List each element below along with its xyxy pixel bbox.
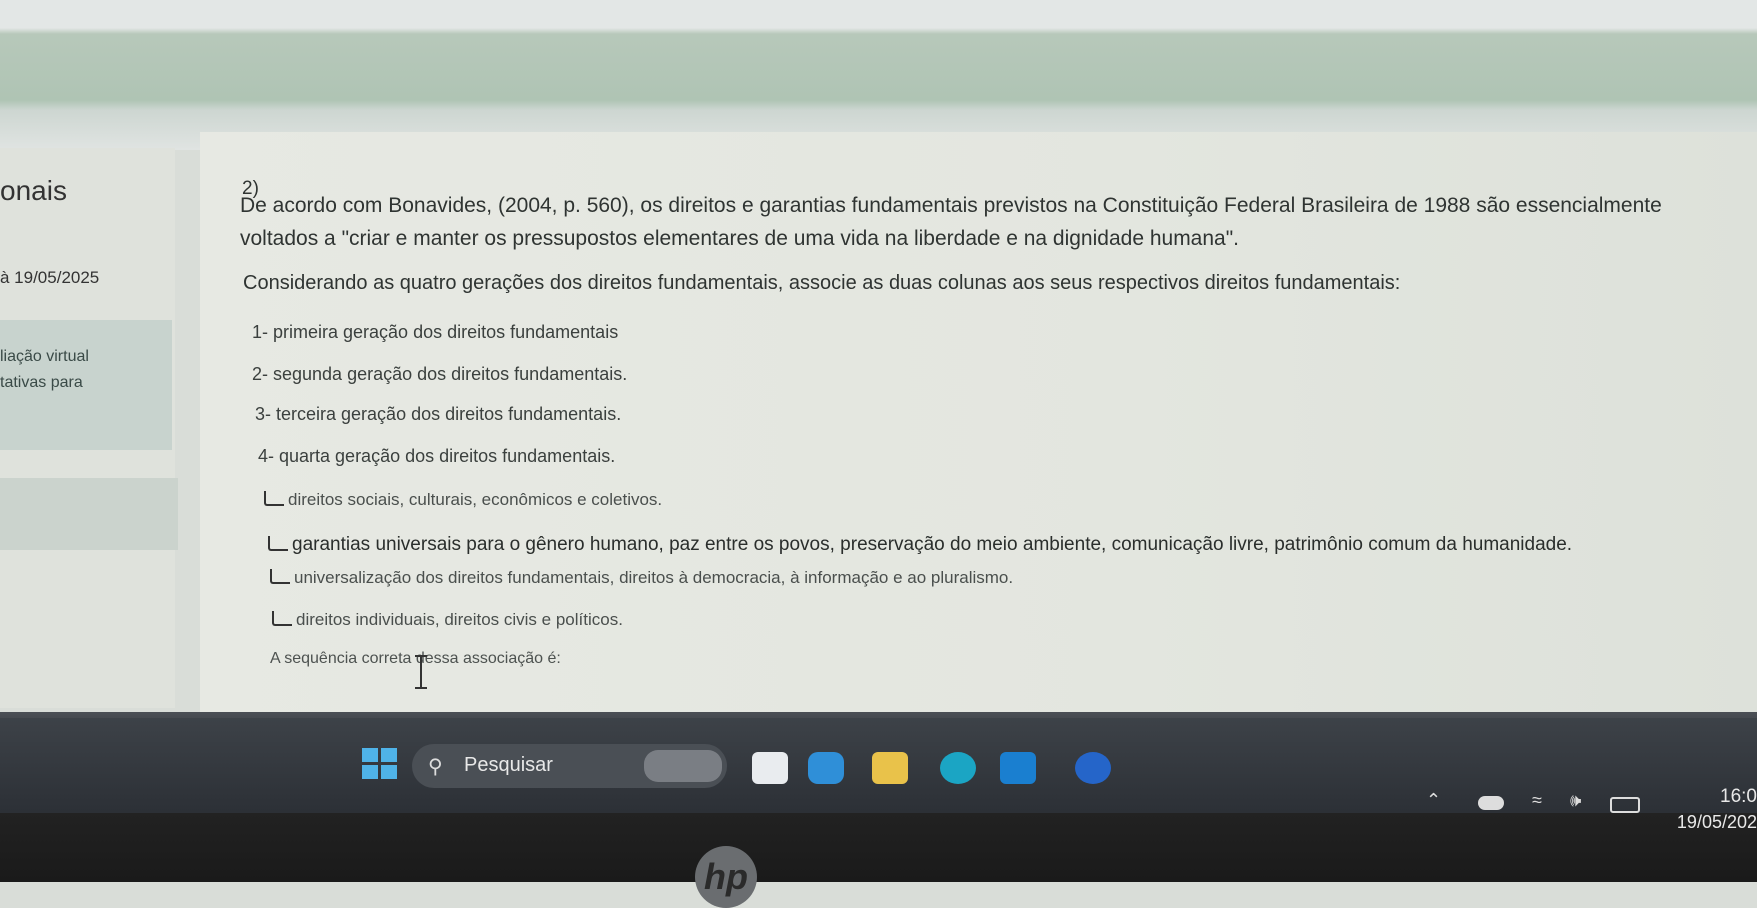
blank-box-icon[interactable]	[270, 569, 290, 584]
association-option-4[interactable]: direitos individuais, direitos civis e p…	[272, 610, 623, 630]
sidebar-date: à 19/05/2025	[0, 268, 100, 287]
association-option-1[interactable]: direitos sociais, culturais, econômicos …	[264, 490, 662, 510]
taskview-icon[interactable]	[752, 752, 788, 784]
question-paragraph-1: De acordo com Bonavides, (2004, p. 560),…	[240, 194, 1662, 217]
weather-icon[interactable]	[1478, 796, 1504, 810]
wifi-icon[interactable]: ≈	[1532, 790, 1542, 811]
file-explorer-icon[interactable]	[872, 752, 908, 784]
browser-top-area	[0, 0, 1757, 150]
generation-3: 3- terceira geração dos direitos fundame…	[255, 404, 622, 424]
copilot-icon[interactable]	[808, 752, 844, 784]
sidebar-card-line1: liação virtual	[0, 348, 89, 365]
volume-icon[interactable]: 🕪	[1570, 790, 1581, 811]
association-option-3[interactable]: universalização dos direitos fundamentai…	[270, 568, 1013, 588]
taskbar-search[interactable]: ⚲ Pesquisar	[412, 744, 727, 788]
blank-box-icon[interactable]	[272, 611, 292, 626]
windows-start-icon[interactable]	[362, 748, 398, 780]
chevron-up-icon[interactable]: ⌃	[1426, 790, 1441, 811]
search-icon: ⚲	[428, 756, 443, 778]
sidebar-activity-card[interactable]: liação virtual tativas para	[0, 320, 172, 450]
question-paragraph-2: voltados a "criar e manter os pressupost…	[240, 227, 1240, 250]
generation-2: 2- segunda geração dos direitos fundamen…	[252, 364, 628, 384]
sidebar-card-secondary[interactable]	[0, 478, 178, 550]
search-label: Pesquisar	[464, 754, 553, 776]
sequence-prompt: A sequência correta dessa associação é:	[270, 650, 561, 667]
text-cursor-icon	[415, 655, 427, 689]
taskbar-clock[interactable]: 16:0	[1720, 786, 1757, 808]
hp-logo: hp	[695, 846, 757, 908]
search-highlight-image	[644, 750, 722, 782]
blank-box-icon[interactable]	[264, 491, 284, 506]
edge-browser-icon[interactable]	[940, 752, 976, 784]
facebook-icon[interactable]	[1075, 752, 1111, 784]
sidebar-title: onais	[0, 175, 67, 206]
taskbar-date[interactable]: 19/05/202	[1677, 812, 1757, 833]
generation-4: 4- quarta geração dos direitos fundament…	[258, 446, 616, 466]
sidebar-card-line2: tativas para	[0, 374, 83, 391]
blank-box-icon[interactable]	[268, 536, 288, 551]
association-option-2[interactable]: garantias universais para o gênero human…	[268, 534, 1572, 556]
battery-icon[interactable]	[1610, 797, 1640, 813]
generation-1: 1- primeira geração dos direitos fundame…	[252, 322, 619, 342]
store-icon[interactable]	[1000, 752, 1036, 784]
question-paragraph-3: Considerando as quatro gerações dos dire…	[243, 272, 1401, 294]
